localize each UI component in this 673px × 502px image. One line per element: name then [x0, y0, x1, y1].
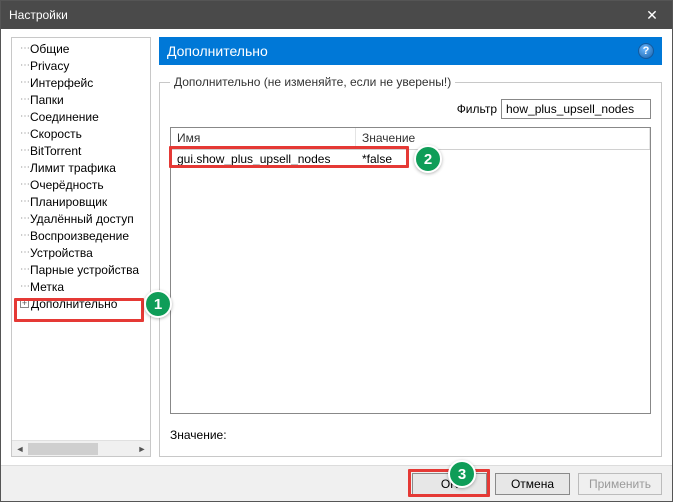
sidebar-item-label: BitTorrent	[30, 144, 81, 158]
category-sidebar: ⋯Общие⋯Privacy⋯Интерфейс⋯Папки⋯Соединени…	[11, 37, 151, 457]
settings-table[interactable]: Имя Значение gui.show_plus_upsell_nodes …	[170, 127, 651, 414]
sidebar-item-label: Очерёдность	[30, 178, 104, 192]
sidebar-item-label: Лимит трафика	[30, 161, 116, 175]
sidebar-item-1[interactable]: ⋯Privacy	[14, 57, 148, 74]
tree-leaf-icon: ⋯	[20, 94, 29, 105]
tree-leaf-icon: ⋯	[20, 281, 29, 292]
sidebar-item-label: Метка	[30, 280, 64, 294]
sidebar-item-4[interactable]: ⋯Соединение	[14, 108, 148, 125]
tree-leaf-icon: ⋯	[20, 247, 29, 258]
scroll-right-icon[interactable]: ►	[134, 441, 150, 457]
ok-button[interactable]: OK	[412, 473, 487, 495]
scroll-thumb[interactable]	[28, 443, 98, 455]
sidebar-item-0[interactable]: ⋯Общие	[14, 40, 148, 57]
sidebar-item-13[interactable]: ⋯Парные устройства	[14, 261, 148, 278]
sidebar-item-5[interactable]: ⋯Скорость	[14, 125, 148, 142]
expand-icon[interactable]: +	[20, 299, 29, 308]
tree-leaf-icon: ⋯	[20, 196, 29, 207]
sidebar-item-12[interactable]: ⋯Устройства	[14, 244, 148, 261]
tree-leaf-icon: ⋯	[20, 162, 29, 173]
tree-leaf-icon: ⋯	[20, 111, 29, 122]
sidebar-item-label: Интерфейс	[30, 76, 93, 90]
sidebar-item-15[interactable]: +Дополнительно	[14, 295, 148, 312]
sidebar-item-label: Privacy	[30, 59, 69, 73]
content-panel: Дополнительно ? Дополнительно (не изменя…	[159, 37, 662, 457]
sidebar-item-label: Воспроизведение	[30, 229, 129, 243]
sidebar-item-label: Дополнительно	[31, 297, 117, 311]
tree-leaf-icon: ⋯	[20, 179, 29, 190]
sidebar-item-label: Устройства	[30, 246, 93, 260]
sidebar-item-label: Планировщик	[30, 195, 107, 209]
settings-window: Настройки ✕ ⋯Общие⋯Privacy⋯Интерфейс⋯Пап…	[0, 0, 673, 502]
tree-leaf-icon: ⋯	[20, 128, 29, 139]
window-title: Настройки	[9, 8, 632, 22]
sidebar-item-label: Парные устройства	[30, 263, 139, 277]
sidebar-item-2[interactable]: ⋯Интерфейс	[14, 74, 148, 91]
advanced-group: Дополнительно (не изменяйте, если не уве…	[159, 75, 662, 457]
section-header: Дополнительно ?	[159, 37, 662, 65]
help-icon[interactable]: ?	[638, 43, 654, 59]
tree-leaf-icon: ⋯	[20, 60, 29, 71]
sidebar-scrollbar[interactable]: ◄ ►	[12, 440, 150, 456]
filter-input[interactable]	[501, 99, 651, 119]
tree-leaf-icon: ⋯	[20, 230, 29, 241]
scroll-left-icon[interactable]: ◄	[12, 441, 28, 457]
col-header-name[interactable]: Имя	[171, 128, 356, 149]
sidebar-item-9[interactable]: ⋯Планировщик	[14, 193, 148, 210]
close-icon: ✕	[646, 7, 658, 24]
tree-leaf-icon: ⋯	[20, 77, 29, 88]
tree-leaf-icon: ⋯	[20, 145, 29, 156]
button-bar: OK Отмена Применить	[1, 465, 672, 501]
table-row[interactable]: gui.show_plus_upsell_nodes *false	[171, 150, 650, 168]
value-label: Значение:	[170, 428, 227, 442]
cell-value: *false	[356, 151, 650, 167]
sidebar-item-11[interactable]: ⋯Воспроизведение	[14, 227, 148, 244]
sidebar-item-label: Папки	[30, 93, 64, 107]
sidebar-item-label: Соединение	[30, 110, 99, 124]
sidebar-item-label: Удалённый доступ	[30, 212, 134, 226]
sidebar-item-7[interactable]: ⋯Лимит трафика	[14, 159, 148, 176]
titlebar[interactable]: Настройки ✕	[1, 1, 672, 29]
sidebar-item-10[interactable]: ⋯Удалённый доступ	[14, 210, 148, 227]
sidebar-item-8[interactable]: ⋯Очерёдность	[14, 176, 148, 193]
window-body: ⋯Общие⋯Privacy⋯Интерфейс⋯Папки⋯Соединени…	[1, 29, 672, 465]
tree-leaf-icon: ⋯	[20, 43, 29, 54]
cell-name: gui.show_plus_upsell_nodes	[171, 151, 356, 167]
cancel-button[interactable]: Отмена	[495, 473, 570, 495]
sidebar-item-3[interactable]: ⋯Папки	[14, 91, 148, 108]
sidebar-item-label: Скорость	[30, 127, 82, 141]
sidebar-item-14[interactable]: ⋯Метка	[14, 278, 148, 295]
tree-leaf-icon: ⋯	[20, 213, 29, 224]
section-title: Дополнительно	[167, 43, 638, 59]
tree-leaf-icon: ⋯	[20, 264, 29, 275]
col-header-value[interactable]: Значение	[356, 128, 650, 149]
apply-button[interactable]: Применить	[578, 473, 662, 495]
close-button[interactable]: ✕	[632, 1, 672, 29]
filter-label: Фильтр	[457, 102, 497, 116]
sidebar-item-6[interactable]: ⋯BitTorrent	[14, 142, 148, 159]
sidebar-item-label: Общие	[30, 42, 69, 56]
group-legend: Дополнительно (не изменяйте, если не уве…	[170, 75, 455, 89]
